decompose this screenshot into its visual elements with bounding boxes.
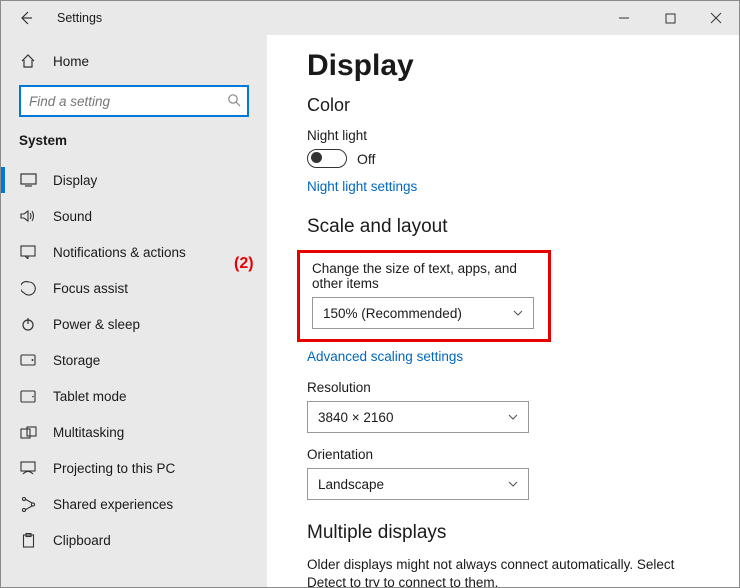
section-multiple-displays: Multiple displays bbox=[307, 522, 707, 544]
sidebar-item-tablet-mode[interactable]: Tablet mode bbox=[1, 378, 267, 414]
focus-assist-icon bbox=[19, 279, 37, 297]
multiple-displays-text: Older displays might not always connect … bbox=[307, 556, 707, 587]
minimize-icon bbox=[618, 12, 630, 24]
sidebar-home-label: Home bbox=[53, 54, 89, 69]
section-scale: Scale and layout bbox=[307, 216, 707, 238]
maximize-icon bbox=[665, 13, 676, 24]
multitasking-icon bbox=[19, 423, 37, 441]
projecting-icon bbox=[19, 459, 37, 477]
toggle-knob bbox=[311, 152, 322, 163]
sidebar-item-focus-assist[interactable]: Focus assist bbox=[1, 270, 267, 306]
scale-label: Change the size of text, apps, and other… bbox=[312, 261, 536, 291]
sidebar: Home System Display Sound Notifications … bbox=[1, 35, 267, 587]
sidebar-item-display[interactable]: Display bbox=[1, 162, 267, 198]
close-button[interactable] bbox=[693, 1, 739, 35]
window-title: Settings bbox=[57, 11, 102, 25]
titlebar: Settings bbox=[1, 1, 739, 35]
scale-select[interactable]: 150% (Recommended) bbox=[312, 297, 534, 329]
sidebar-item-label: Shared experiences bbox=[53, 497, 173, 512]
shared-experiences-icon bbox=[19, 495, 37, 513]
section-color: Color bbox=[307, 95, 707, 116]
sidebar-item-sound[interactable]: Sound bbox=[1, 198, 267, 234]
sidebar-item-label: Multitasking bbox=[53, 425, 124, 440]
tablet-icon bbox=[19, 387, 37, 405]
display-icon bbox=[19, 171, 37, 189]
sidebar-item-label: Notifications & actions bbox=[53, 245, 186, 260]
sidebar-item-label: Tablet mode bbox=[53, 389, 127, 404]
sidebar-item-label: Focus assist bbox=[53, 281, 128, 296]
night-light-label: Night light bbox=[307, 128, 707, 143]
power-icon bbox=[19, 315, 37, 333]
page-title: Display bbox=[307, 49, 707, 83]
sidebar-home[interactable]: Home bbox=[1, 43, 267, 79]
sidebar-item-label: Power & sleep bbox=[53, 317, 140, 332]
sidebar-category: System bbox=[1, 133, 267, 148]
arrow-left-icon bbox=[18, 10, 34, 26]
night-light-toggle[interactable] bbox=[307, 149, 347, 168]
content-pane: Display Color Night light Off Night ligh… bbox=[267, 35, 739, 587]
clipboard-icon bbox=[19, 531, 37, 549]
home-icon bbox=[19, 52, 37, 70]
resolution-select[interactable]: 3840 × 2160 bbox=[307, 401, 529, 433]
orientation-value: Landscape bbox=[318, 477, 384, 492]
sidebar-item-clipboard[interactable]: Clipboard bbox=[1, 522, 267, 558]
resolution-value: 3840 × 2160 bbox=[318, 410, 393, 425]
chevron-down-icon bbox=[508, 481, 518, 487]
sidebar-item-multitasking[interactable]: Multitasking bbox=[1, 414, 267, 450]
advanced-scaling-link[interactable]: Advanced scaling settings bbox=[307, 349, 463, 364]
maximize-button[interactable] bbox=[647, 1, 693, 35]
sidebar-item-power-sleep[interactable]: Power & sleep bbox=[1, 306, 267, 342]
resolution-label: Resolution bbox=[307, 380, 707, 395]
sidebar-item-shared-experiences[interactable]: Shared experiences bbox=[1, 486, 267, 522]
annotation-marker: (2) bbox=[234, 255, 254, 273]
notifications-icon bbox=[19, 243, 37, 261]
search-input[interactable] bbox=[19, 85, 249, 117]
sound-icon bbox=[19, 207, 37, 225]
sidebar-item-label: Storage bbox=[53, 353, 100, 368]
minimize-button[interactable] bbox=[601, 1, 647, 35]
sidebar-item-storage[interactable]: Storage bbox=[1, 342, 267, 378]
back-button[interactable] bbox=[15, 7, 37, 29]
scale-value: 150% (Recommended) bbox=[323, 306, 462, 321]
sidebar-item-label: Sound bbox=[53, 209, 92, 224]
close-icon bbox=[710, 12, 722, 24]
sidebar-item-notifications[interactable]: Notifications & actions bbox=[1, 234, 267, 270]
sidebar-item-label: Projecting to this PC bbox=[53, 461, 175, 476]
annotation-highlight: Change the size of text, apps, and other… bbox=[297, 250, 551, 342]
sidebar-item-label: Display bbox=[53, 173, 97, 188]
orientation-label: Orientation bbox=[307, 447, 707, 462]
sidebar-item-label: Clipboard bbox=[53, 533, 111, 548]
night-light-settings-link[interactable]: Night light settings bbox=[307, 179, 417, 194]
night-light-state: Off bbox=[357, 151, 375, 167]
chevron-down-icon bbox=[508, 414, 518, 420]
orientation-select[interactable]: Landscape bbox=[307, 468, 529, 500]
storage-icon bbox=[19, 351, 37, 369]
sidebar-item-projecting[interactable]: Projecting to this PC bbox=[1, 450, 267, 486]
chevron-down-icon bbox=[513, 310, 523, 316]
